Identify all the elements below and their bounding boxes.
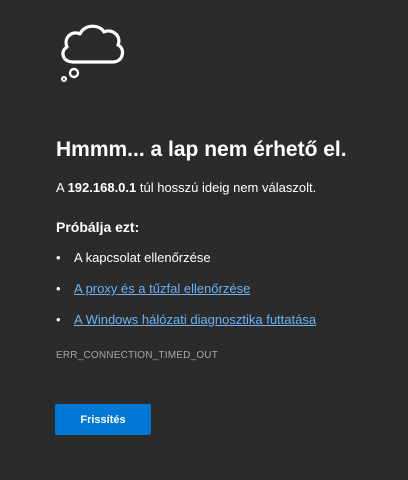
suggestion-list: • A kapcsolat ellenőrzése • A proxy és a t…: [56, 248, 316, 341]
suggestion-run-diagnostics: • A Windows hálózati diagnosztika futtatá…: [56, 310, 316, 341]
run-network-diagnostics-link[interactable]: A Windows hálózati diagnosztika futtatás…: [74, 312, 316, 327]
error-page: Hmmm... a lap nem érhető el. A 192.168.0…: [0, 0, 408, 480]
bullet-icon: •: [56, 250, 61, 265]
refresh-button[interactable]: Frissítés: [55, 404, 151, 435]
try-heading: Próbálja ezt:: [56, 219, 140, 235]
suggestion-check-connection: • A kapcsolat ellenőrzése: [56, 248, 316, 279]
suggestion-text: A kapcsolat ellenőrzése: [74, 250, 211, 265]
thought-cloud-icon: [61, 24, 125, 82]
check-proxy-firewall-link[interactable]: A proxy és a tűzfal ellenőrzése: [74, 281, 250, 296]
host-address: 192.168.0.1: [67, 180, 137, 195]
error-message: A 192.168.0.1 túl hosszú ideig nem válas…: [56, 179, 316, 197]
message-suffix: túl hosszú ideig nem válaszolt.: [136, 180, 317, 195]
bullet-icon: •: [56, 281, 61, 296]
suggestion-check-proxy-firewall: • A proxy és a tűzfal ellenőrzése: [56, 279, 316, 310]
bullet-icon: •: [56, 312, 61, 327]
error-code: ERR_CONNECTION_TIMED_OUT: [56, 350, 219, 361]
message-prefix: A: [56, 180, 68, 195]
page-title: Hmmm... a lap nem érhető el.: [56, 138, 347, 161]
